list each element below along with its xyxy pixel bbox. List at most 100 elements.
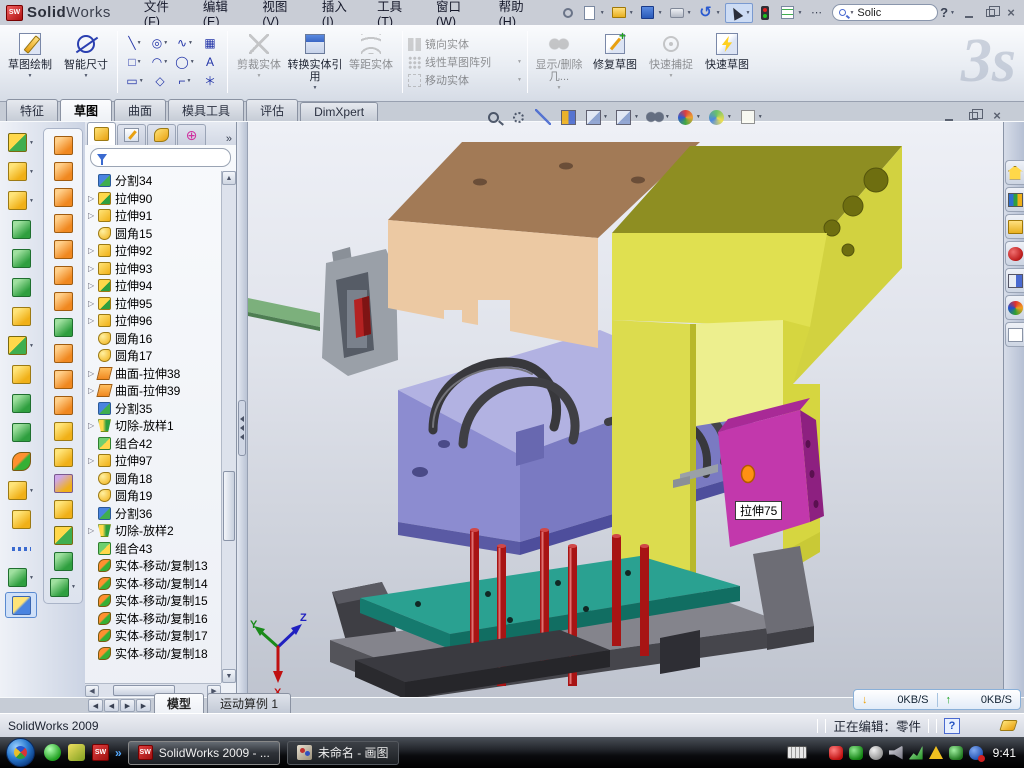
sketch-overlay-button[interactable] (739, 108, 763, 126)
feature-tree-item[interactable]: 拉伸95 (85, 295, 221, 313)
taskpane-tab-view-palette[interactable] (1005, 268, 1024, 293)
expander-icon[interactable] (88, 526, 98, 535)
feature-tree-item[interactable]: 圆角16 (85, 330, 221, 348)
feature-tree-item[interactable]: 分割36 (85, 505, 221, 523)
arc-tool-button[interactable]: ◠ (148, 53, 172, 71)
ellipse-tool-button[interactable]: ◯ (173, 53, 197, 71)
rib-button[interactable] (2, 244, 40, 273)
delete-face-button[interactable] (44, 392, 82, 418)
taskpane-tab-design-library[interactable] (1005, 187, 1024, 212)
boss-extrude-button[interactable] (2, 128, 40, 157)
tab-sketch[interactable]: 草图 (60, 99, 112, 121)
search-dropdown-icon[interactable]: ▼ (849, 10, 854, 16)
feature-tree-item[interactable]: 拉伸94 (85, 277, 221, 295)
feature-tree-item[interactable]: 拉伸90 (85, 190, 221, 208)
trim-entities-button[interactable]: 剪裁实体 (231, 27, 287, 97)
dimxpertmanager-tab[interactable]: ⊕ (177, 124, 206, 145)
tray-security-alert[interactable] (829, 746, 843, 760)
mirror-entities-button[interactable]: 镜向实体 (408, 36, 522, 52)
expander-icon[interactable] (88, 456, 98, 465)
deform-button[interactable] (2, 505, 40, 534)
quick-launch-messenger[interactable] (44, 744, 61, 761)
repair-sketch-button[interactable]: 修复草图 (587, 27, 643, 97)
hide-show-items-button[interactable] (646, 108, 670, 126)
quick-launch-solidworks[interactable]: SW (92, 744, 109, 761)
toolbar-overflow-button[interactable]: ⋯ (806, 4, 826, 22)
shell-button[interactable] (2, 302, 40, 331)
boundary-surface-button[interactable] (44, 210, 82, 236)
tab-evaluate[interactable]: 评估 (246, 99, 298, 121)
options-button[interactable] (777, 4, 804, 22)
doc-restore-button[interactable] (964, 108, 982, 123)
tab-motion-study[interactable]: 运动算例 1 (207, 693, 291, 713)
rebuild-button[interactable] (755, 4, 775, 22)
feature-tree-item[interactable]: 实体-移动/复制14 (85, 575, 221, 593)
smart-dimension-button[interactable]: 智能尺寸 (58, 27, 114, 97)
quick-launch-chevron[interactable]: » (115, 746, 122, 760)
feature-tree-item[interactable]: 拉伸91 (85, 207, 221, 225)
rapid-sketch-button[interactable]: 快速草图 (699, 27, 755, 97)
status-help-button[interactable]: ? (944, 718, 960, 734)
tray-network[interactable] (909, 746, 923, 760)
rectangle-tool-button[interactable]: □ (123, 53, 147, 71)
selected-face-highlight[interactable] (742, 466, 755, 483)
feature-tree-item[interactable]: 实体-移动/复制18 (85, 645, 221, 663)
convert-entities-button[interactable]: 转换实体引用 (287, 27, 343, 97)
trim-surface-button[interactable] (44, 470, 82, 496)
sheet-nav-first-button[interactable]: ◀ (88, 699, 103, 712)
taskbar-clock[interactable]: 9:41 (993, 746, 1016, 760)
dome-button[interactable] (44, 522, 82, 548)
quick-snaps-button[interactable]: 快速捕捉 (643, 27, 699, 97)
planar-surface-button[interactable] (44, 262, 82, 288)
feature-tree-item[interactable]: 分割35 (85, 400, 221, 418)
display-delete-relations-button[interactable]: 显示/删除几... (531, 27, 587, 97)
slot-tool-button[interactable]: ▭ (123, 72, 147, 90)
revolved-surface-button[interactable] (44, 158, 82, 184)
pin-button[interactable] (558, 4, 578, 22)
linear-sketch-pattern-button[interactable]: 线性草图阵列 (408, 54, 522, 70)
sheet-nav-next-button[interactable]: ▶ (120, 699, 135, 712)
taskbar-task-paint[interactable]: 未命名 - 画图 (287, 741, 399, 765)
undo-button[interactable]: ↺ (696, 4, 723, 22)
instant3d-button[interactable] (5, 592, 37, 618)
view-orientation-button[interactable] (584, 108, 608, 126)
featuremanager-tab[interactable] (87, 122, 116, 145)
thicken-button[interactable] (44, 496, 82, 522)
scroll-down-icon[interactable]: ▼ (222, 669, 236, 683)
search-box[interactable]: ▼ Solic (832, 4, 938, 21)
select-button[interactable] (725, 3, 754, 23)
taskpane-tab-custom-properties[interactable] (1005, 322, 1024, 347)
tree-vertical-scrollbar[interactable]: ▲ ▼ (221, 171, 236, 683)
tray-antivirus[interactable] (849, 746, 863, 760)
scene-button[interactable] (708, 108, 732, 126)
open-button[interactable] (609, 4, 636, 22)
taskpane-tab-file-explorer[interactable] (1005, 214, 1024, 239)
feature-tree-item[interactable]: 拉伸92 (85, 242, 221, 260)
tab-model[interactable]: 模型 (154, 693, 204, 713)
feature-tree-item[interactable]: 圆角18 (85, 470, 221, 488)
tray-warning[interactable] (929, 746, 943, 759)
minimize-button[interactable] (960, 5, 978, 20)
feature-tree-item[interactable]: 曲面-拉伸39 (85, 382, 221, 400)
new-document-button[interactable] (580, 4, 607, 22)
sheet-nav-prev-button[interactable]: ◀ (104, 699, 119, 712)
feature-tree-item[interactable]: 圆角17 (85, 347, 221, 365)
doc-close-button[interactable]: × (988, 108, 1006, 123)
zoom-fit-button[interactable] (484, 108, 502, 126)
splitter-handle[interactable] (238, 400, 246, 456)
taskpane-tab-resources[interactable] (1005, 160, 1024, 185)
zoom-area-button[interactable] (509, 108, 527, 126)
feature-tree-item[interactable]: 实体-移动/复制17 (85, 627, 221, 645)
tab-mold-tools[interactable]: 模具工具 (168, 99, 244, 121)
tray-sync[interactable] (969, 746, 983, 760)
scroll-thumb[interactable] (223, 471, 235, 541)
panel-splitter[interactable] (237, 122, 248, 697)
expander-icon[interactable] (88, 264, 98, 273)
feature-tree-item[interactable]: 拉伸93 (85, 260, 221, 278)
search-input[interactable]: Solic (857, 7, 881, 19)
split-button[interactable] (2, 389, 40, 418)
circle-tool-button[interactable]: ◎ (148, 34, 172, 52)
draft-button[interactable] (2, 273, 40, 302)
curve-button[interactable] (2, 534, 40, 563)
intersect-button[interactable] (44, 548, 82, 574)
